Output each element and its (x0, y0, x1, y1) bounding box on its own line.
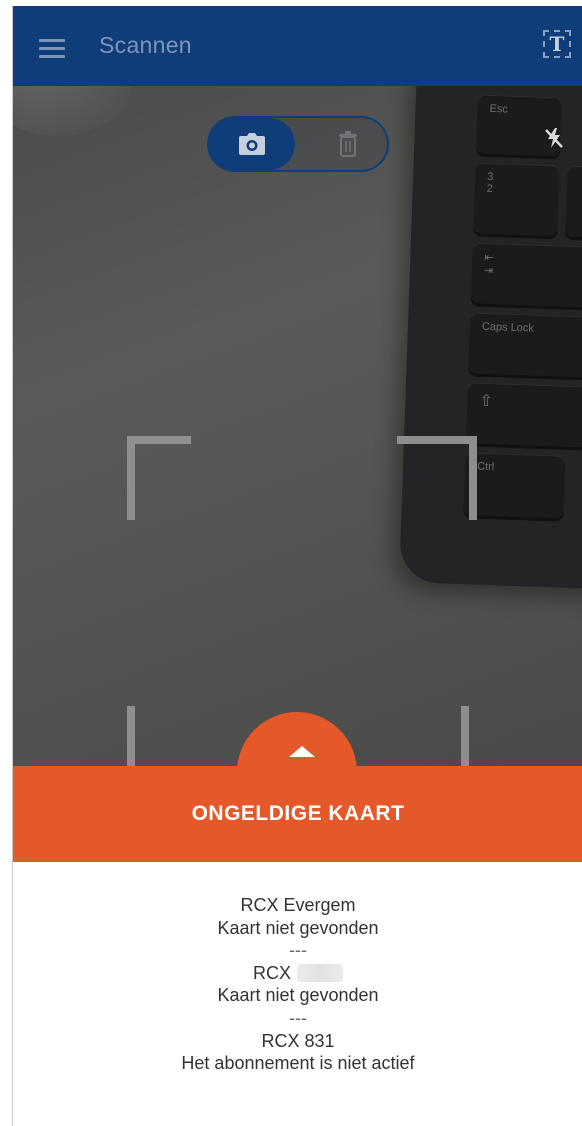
page-title: Scannen (99, 32, 192, 58)
result-line-text: RCX (252, 962, 291, 983)
result-line: RCX 831 (261, 1030, 335, 1051)
app-bar: Scannen T (13, 6, 582, 86)
keyboard-key-ctrl: Ctrl (463, 452, 566, 522)
result-separator: --- (289, 940, 307, 961)
keyboard-key-3: 3 2 (473, 162, 560, 240)
redacted-value (297, 963, 343, 982)
keyboard-key (565, 165, 582, 243)
keyboard-key-tab: ⇤ ⇥ (470, 242, 582, 312)
chevron-up-icon[interactable] (289, 746, 315, 757)
result-line: Kaart niet gevonden (217, 917, 379, 938)
trash-icon (339, 131, 357, 157)
flash-off-icon[interactable] (543, 126, 565, 156)
scan-frame-corner-top-left (127, 436, 191, 520)
scan-mode-toggle (207, 116, 389, 172)
scan-frame-corner-top-right (397, 436, 477, 520)
result-line: RCX Evergem (240, 895, 356, 915)
camera-preview: Esc 3 2 ⇤ ⇥ Caps Lock ⇧ Ctrl (13, 86, 582, 786)
result-details: RCX Evergem Kaart niet gevonden --- RCX … (13, 894, 582, 1075)
result-line: RCX (13, 962, 582, 985)
hamburger-menu-icon[interactable] (39, 39, 65, 58)
text-mode-icon[interactable]: T (543, 30, 571, 58)
keyboard-key-caps-lock: Caps Lock (468, 312, 582, 383)
result-status-banner: ONGELDIGE KAART (13, 766, 582, 862)
delete-mode-button[interactable] (309, 118, 387, 170)
keyboard-key-shift: ⇧ (465, 382, 582, 453)
result-line: Het abonnement is niet actief (181, 1053, 415, 1074)
result-status-title: ONGELDIGE KAART (191, 802, 405, 825)
camera-icon (239, 133, 265, 155)
camera-scene-cup (13, 86, 133, 136)
camera-mode-button[interactable] (209, 118, 295, 170)
result-separator: --- (289, 1007, 307, 1028)
result-line: Kaart niet gevonden (217, 985, 379, 1006)
app-screen: Scannen T Esc 3 2 ⇤ ⇥ Caps Lock ⇧ Ctrl O… (12, 6, 582, 1126)
